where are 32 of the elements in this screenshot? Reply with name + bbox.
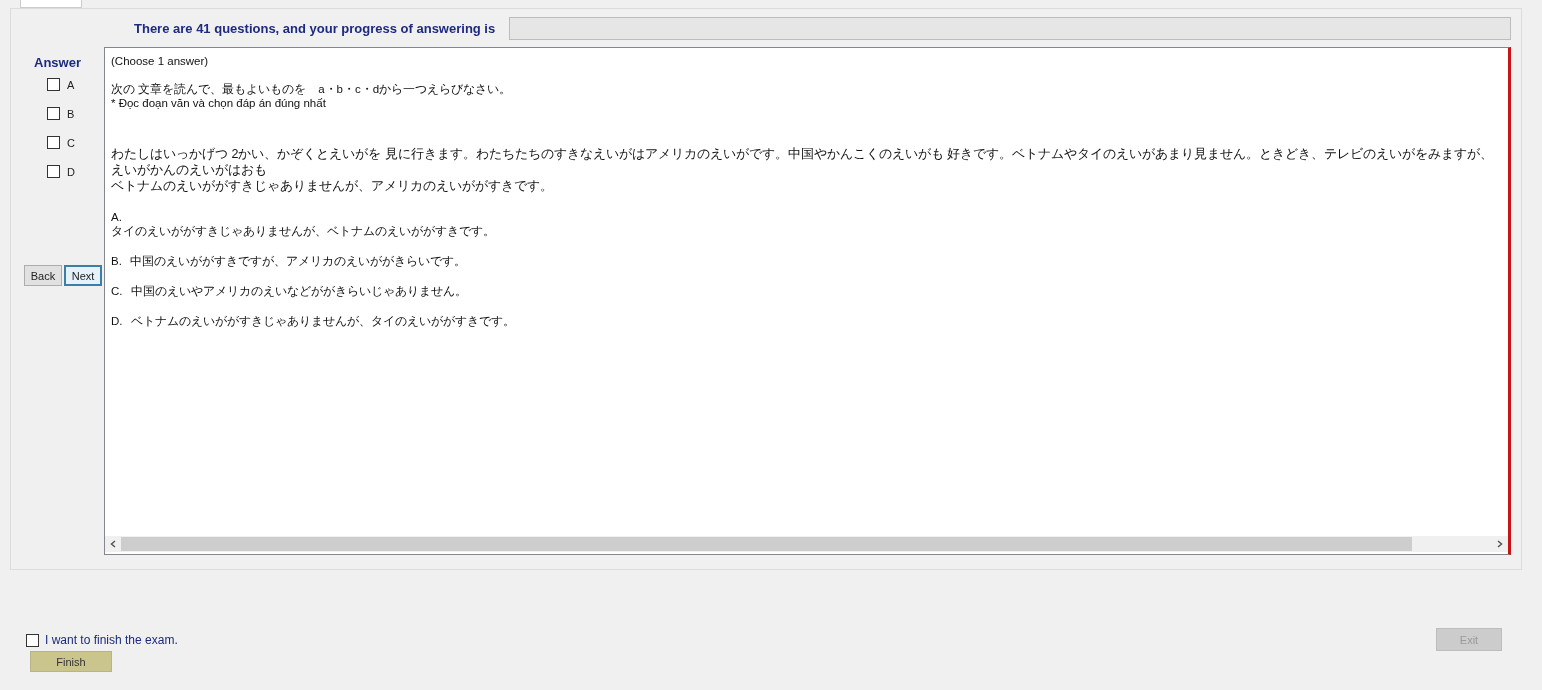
progress-label: There are 41 questions, and your progress of answering is <box>134 20 496 36</box>
tab-edge <box>20 0 82 8</box>
option-label: D <box>67 165 75 178</box>
finish-button[interactable]: Finish <box>30 651 112 672</box>
option-label: C <box>67 136 75 149</box>
finish-checkbox-label: I want to finish the exam. <box>45 633 178 647</box>
checkbox[interactable] <box>47 107 60 120</box>
nav-button[interactable]: Back <box>24 265 62 286</box>
checkbox[interactable] <box>26 633 39 647</box>
scroll-left-icon[interactable] <box>110 540 116 548</box>
choice-text: 中国のえいやアメリカのえいなどががきらいじゃありません。 <box>130 284 467 298</box>
option-label: A <box>67 78 75 91</box>
scroll-right-icon[interactable] <box>1497 540 1503 548</box>
option-label: B <box>67 107 75 120</box>
checkbox[interactable] <box>47 78 60 91</box>
choice-letter: D. <box>111 314 123 328</box>
passage-text: ベトナムのえいががすきじゃありませんが、アメリカのえいががすきです。 <box>111 178 554 194</box>
answer-title: Answer <box>34 55 81 70</box>
checkbox[interactable] <box>47 165 60 178</box>
prompt-text: * Đọc đoạn văn và chọn đáp án đúng nhất <box>111 96 327 110</box>
nav-button[interactable]: Next <box>64 265 102 286</box>
instruction-text: (Choose 1 answer) <box>111 54 210 68</box>
horizontal-scrollbar[interactable] <box>105 536 1508 552</box>
passage-text: わたしはいっかげつ 2かい、かぞくとえいがを 見に行きます。わたちたちのすきなえいがはアメリカのえいがです。中国やかんこくのえいがも 好きです。ベトナムやタイのえいがあまり見ません。ときどき、テレビのえいがをみますが、えいがかんのえいがはおも <box>111 146 1495 178</box>
checkbox[interactable] <box>47 136 60 149</box>
choice-text: タイのえいががすきじゃありませんが、ベトナムのえいががすきです。 <box>111 224 496 238</box>
choice-text: ベトナムのえいががすきじゃありませんが、タイのえいががすきです。 <box>130 314 515 328</box>
choice-letter: B. <box>111 254 122 268</box>
choice-letter: C. <box>111 284 123 298</box>
prompt-text: 次の 文章を読んで、最もよいものを a・b・c・dから一つえらびなさい。 <box>111 82 513 96</box>
choice-letter: A. <box>111 210 123 224</box>
choice-text: 中国のえいががすきですが、アメリカのえいががきらいです。 <box>129 254 466 268</box>
